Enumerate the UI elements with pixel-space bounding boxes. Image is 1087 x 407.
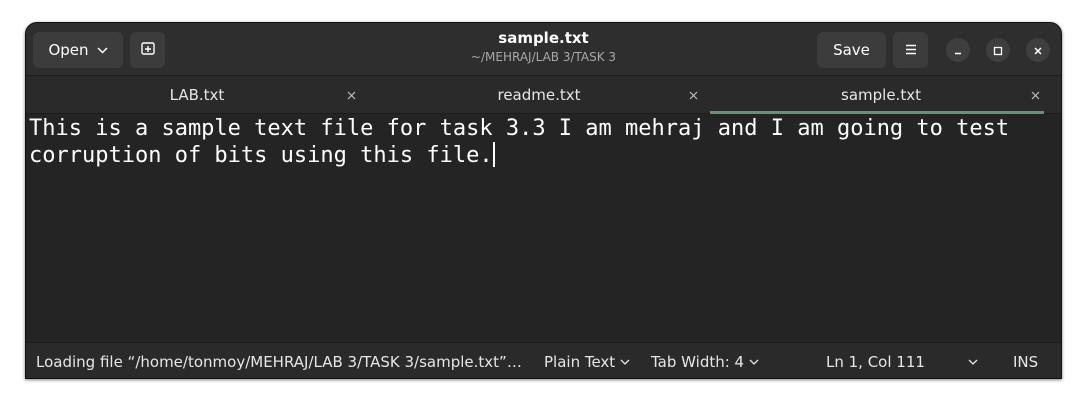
hamburger-menu-icon <box>905 41 917 59</box>
editor-content: This is a sample text file for task 3.3 … <box>29 116 1023 168</box>
tab-sample-txt[interactable]: sample.txt <box>710 76 1052 114</box>
tab-width-selector[interactable]: Tab Width: 4 <box>651 343 759 378</box>
tab-readme-txt[interactable]: readme.txt <box>368 76 710 114</box>
chevron-down-icon <box>620 359 630 365</box>
editor-text[interactable]: This is a sample text file for task 3.3 … <box>29 115 1049 169</box>
text-cursor <box>492 142 495 167</box>
maximize-button[interactable] <box>986 38 1010 62</box>
save-button-label: Save <box>833 41 870 59</box>
language-selector[interactable]: Plain Text <box>544 343 630 378</box>
tab-bar: LAB.txt readme.txt sample.txt <box>26 76 1061 114</box>
tab-close-icon[interactable] <box>1028 88 1042 102</box>
cursor-position[interactable]: Ln 1, Col 111 <box>826 343 925 378</box>
tab-lab-txt[interactable]: LAB.txt <box>26 76 368 114</box>
close-window-button[interactable] <box>1026 38 1050 62</box>
text-editor-area[interactable]: This is a sample text file for task 3.3 … <box>26 114 1061 342</box>
status-bar: Loading file “/home/tonmoy/MEHRAJ/LAB 3/… <box>26 342 1061 378</box>
minimize-button[interactable] <box>946 38 970 62</box>
main-menu-button[interactable] <box>893 32 928 68</box>
editor-window: Open sample.txt ~/MEHRAJ/LAB 3/TASK 3 Sa… <box>25 22 1062 379</box>
loading-status: Loading file “/home/tonmoy/MEHRAJ/LAB 3/… <box>36 353 522 371</box>
tab-label: readme.txt <box>497 86 581 104</box>
position-dropdown[interactable] <box>968 343 978 378</box>
tab-label: sample.txt <box>841 86 921 104</box>
tab-label: LAB.txt <box>169 86 225 104</box>
close-icon <box>1033 41 1043 60</box>
insert-mode-indicator[interactable]: INS <box>1013 343 1038 378</box>
chevron-down-icon <box>968 359 978 365</box>
minimize-icon <box>953 41 963 60</box>
header-bar: Open sample.txt ~/MEHRAJ/LAB 3/TASK 3 Sa… <box>26 23 1061 76</box>
tab-close-icon[interactable] <box>344 88 358 102</box>
tab-width-label: Tab Width: 4 <box>651 353 745 371</box>
tab-close-icon[interactable] <box>686 88 700 102</box>
maximize-icon <box>993 41 1003 60</box>
language-label: Plain Text <box>544 353 616 371</box>
chevron-down-icon <box>749 359 759 365</box>
save-button[interactable]: Save <box>817 32 886 68</box>
